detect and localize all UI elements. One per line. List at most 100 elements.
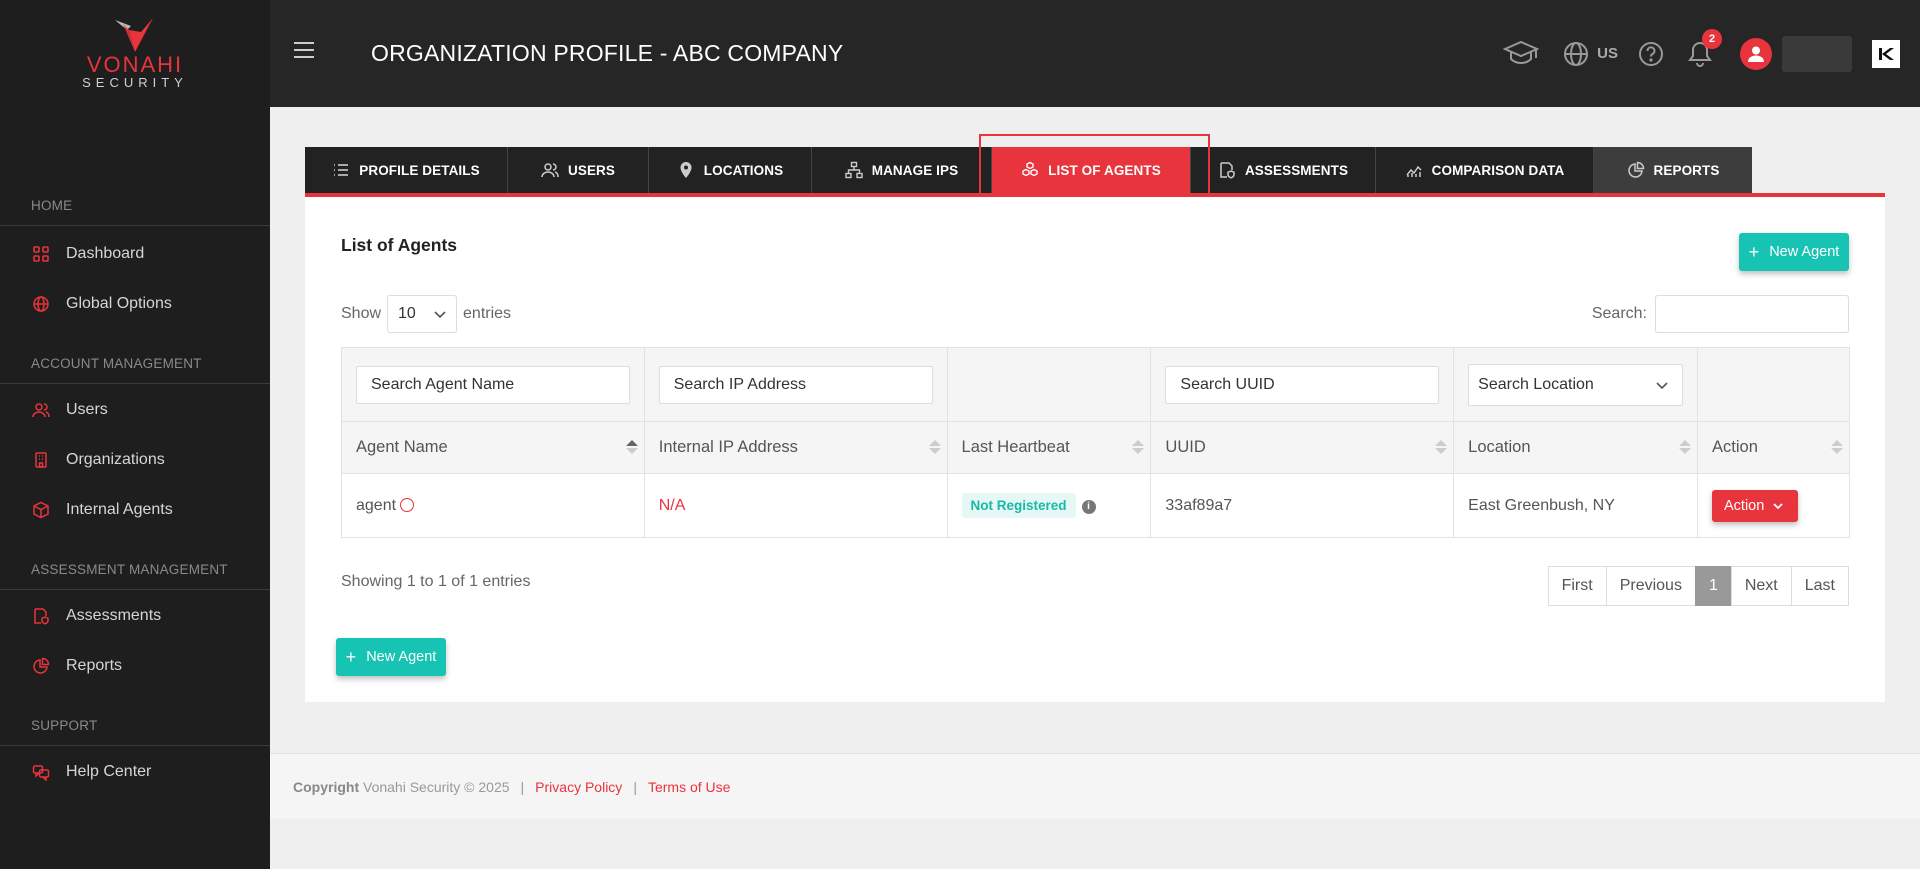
sidebar-item-label: Reports [66, 657, 123, 674]
page-bottom-band [270, 819, 1920, 869]
brand-name: VONAHI [86, 51, 184, 77]
info-icon[interactable]: i [1081, 500, 1096, 514]
list-icon [334, 164, 349, 176]
sidebar-item-label: Help Center [66, 763, 152, 780]
table-row: agent N/A Not Registered i 33af89a7 East … [341, 473, 1850, 538]
chevron-down-icon [434, 311, 446, 319]
globe-icon [33, 296, 49, 312]
search-input[interactable] [1655, 295, 1849, 333]
pin-icon [680, 162, 692, 178]
hamburger-menu-icon[interactable] [294, 42, 314, 60]
col-uuid[interactable]: UUID [1150, 421, 1455, 474]
new-agent-button-bottom[interactable]: + New Agent [336, 638, 446, 676]
training-cap-icon[interactable] [1503, 40, 1540, 68]
sidebar-item-assessments[interactable]: Assessments [0, 591, 270, 641]
sidebar-item-reports[interactable]: Reports [0, 641, 270, 691]
tab-locations[interactable]: LOCATIONS [649, 147, 812, 193]
nav-section-account: ACCOUNT MANAGEMENT [0, 344, 270, 384]
k-app-logo-icon[interactable] [1872, 39, 1900, 68]
nav-section-support: SUPPORT [0, 706, 270, 746]
page-current[interactable]: 1 [1694, 566, 1732, 606]
show-label: Show [341, 305, 382, 322]
agents-card: List of Agents + New Agent Show 10 entri… [305, 197, 1885, 702]
tab-comparison-data[interactable]: COMPARISON DATA [1376, 147, 1594, 193]
tab-label: PROFILE DETAILS [359, 162, 480, 178]
pie-chart-icon [33, 657, 50, 674]
network-icon [845, 161, 863, 179]
action-dropdown-button[interactable]: Action [1712, 489, 1799, 522]
page-previous[interactable]: Previous [1605, 566, 1696, 606]
sort-icon [1679, 440, 1692, 456]
sort-asc-icon [625, 440, 638, 456]
column-header-label: Action [1712, 438, 1758, 456]
sidebar-item-help-center[interactable]: Help Center [0, 747, 270, 797]
brand-logo[interactable]: VONAHI SECURITY [0, 0, 270, 107]
new-agent-button-top[interactable]: + New Agent [1739, 233, 1849, 271]
user-menu[interactable] [1740, 35, 1852, 72]
sidebar-item-label: Dashboard [66, 245, 145, 262]
plus-icon: + [1748, 242, 1760, 262]
language-selector[interactable]: US [1563, 41, 1618, 67]
column-header-label: Agent Name [356, 438, 448, 456]
page-first[interactable]: First [1547, 566, 1607, 606]
main-content: PROFILE DETAILS USERS LOCATIONS MANAGE I… [270, 107, 1920, 753]
select-value: Search Location [1478, 375, 1594, 393]
sidebar-item-internal-agents[interactable]: Internal Agents [0, 485, 270, 535]
tab-label: LOCATIONS [703, 162, 784, 178]
sidebar-item-users[interactable]: Users [0, 385, 270, 435]
search-agent-name-input[interactable]: Search Agent Name [356, 365, 630, 404]
brand-sub: SECURITY [82, 74, 188, 90]
vonahi-logo-mark-icon [115, 17, 153, 52]
page-last[interactable]: Last [1790, 566, 1849, 606]
chart-icon [1406, 165, 1422, 177]
sidebar-item-label: Users [66, 401, 108, 418]
cell-action: Action [1697, 473, 1850, 538]
sort-icon [928, 440, 941, 456]
notifications-button[interactable]: 2 [1688, 28, 1722, 67]
tab-label: REPORTS [1653, 162, 1720, 178]
search-uuid-input[interactable]: Search UUID [1165, 365, 1440, 404]
locale-label: US [1597, 45, 1618, 62]
sidebar-item-label: Internal Agents [66, 501, 173, 518]
page-next[interactable]: Next [1730, 566, 1792, 606]
sidebar-item-dashboard[interactable]: Dashboard [0, 229, 270, 279]
cell-ip: N/A [643, 473, 948, 538]
privacy-policy-link[interactable]: Privacy Policy [535, 779, 622, 795]
sidebar-item-label: Organizations [66, 451, 165, 468]
sidebar-item-global-options[interactable]: Global Options [0, 279, 270, 329]
tab-profile-details[interactable]: PROFILE DETAILS [305, 147, 508, 193]
col-location[interactable]: Location [1453, 421, 1699, 474]
col-agent-name[interactable]: Agent Name [341, 421, 645, 474]
button-label: Action [1724, 497, 1765, 514]
tab-assessments[interactable]: ASSESSMENTS [1191, 147, 1376, 193]
entries-value: 10 [398, 305, 416, 322]
search-location-select[interactable]: Search Location [1468, 363, 1684, 406]
entries-select[interactable]: 10 [387, 295, 458, 333]
tab-reports[interactable]: REPORTS [1594, 147, 1752, 193]
tab-label: ASSESSMENTS [1244, 162, 1349, 178]
col-last-heartbeat[interactable]: Last Heartbeat [946, 421, 1152, 474]
chat-help-icon [32, 765, 50, 781]
col-internal-ip[interactable]: Internal IP Address [643, 421, 948, 474]
assessment-icon [34, 608, 49, 625]
col-action[interactable]: Action [1697, 421, 1850, 474]
terms-of-use-link[interactable]: Terms of Use [648, 779, 730, 795]
button-label: New Agent [1769, 244, 1840, 260]
sidebar-item-organizations[interactable]: Organizations [0, 435, 270, 485]
tab-label: MANAGE IPS [871, 162, 959, 178]
help-question-icon[interactable] [1638, 41, 1664, 67]
search-ip-input[interactable]: Search IP Address [658, 365, 933, 404]
tab-manage-ips[interactable]: MANAGE IPS [812, 147, 992, 193]
building-icon [35, 452, 47, 468]
chevron-down-icon [1773, 502, 1783, 509]
sort-icon [1435, 440, 1448, 456]
sort-icon [1132, 440, 1145, 456]
tab-users[interactable]: USERS [508, 147, 649, 193]
page-title: ORGANIZATION PROFILE - ABC COMPANY [371, 40, 844, 66]
card-title: List of Agents [341, 235, 458, 255]
ip-value: N/A [658, 496, 686, 514]
username-redacted [1782, 35, 1852, 72]
search-label: Search: [1591, 305, 1647, 322]
cell-uuid: 33af89a7 [1150, 473, 1455, 538]
dashboard-icon [33, 246, 49, 262]
